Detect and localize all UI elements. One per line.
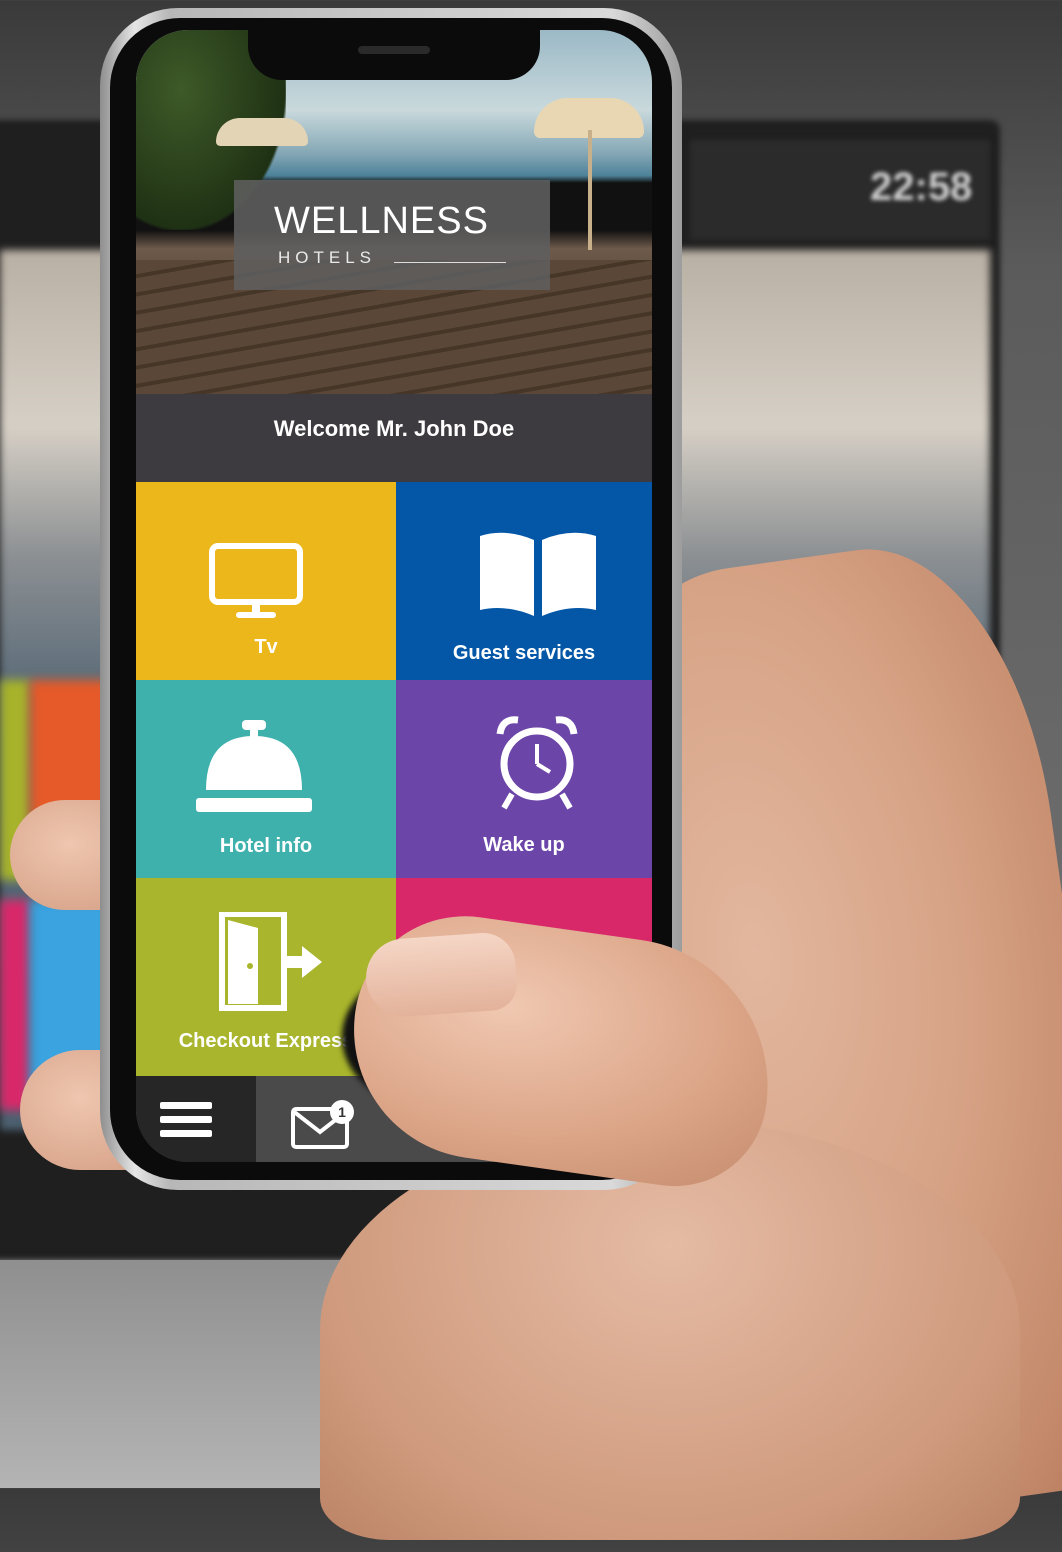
brand-subtitle: HOTELS — [278, 248, 377, 267]
thumb-nail — [363, 930, 519, 1020]
menu-button[interactable] — [136, 1076, 256, 1162]
tile-wake-up[interactable]: Wake up — [396, 680, 652, 878]
tile-guest-services-label: Guest services — [452, 642, 596, 664]
tile-hotel-info[interactable]: Hotel info — [136, 680, 396, 878]
exit-door-icon — [219, 912, 322, 1011]
tile-tv[interactable]: Tv — [136, 482, 396, 680]
tile-hotel-info-label: Hotel info — [219, 835, 313, 857]
alarm-clock-icon — [496, 716, 578, 810]
brand-title: WELLNESS — [274, 200, 489, 242]
brand-logo: WELLNESS HOTELS — [234, 180, 550, 290]
parasol — [216, 118, 308, 146]
background-tv-clock: 22:58 — [870, 165, 973, 209]
service-bell-icon — [196, 720, 312, 812]
background-tile — [0, 900, 30, 1110]
tile-wake-up-label: Wake up — [483, 834, 565, 856]
phone-speaker — [358, 46, 430, 54]
tile-guest-services[interactable]: Guest services — [396, 482, 652, 680]
tile-tv-label: Tv — [254, 636, 278, 658]
brand-underline — [394, 262, 506, 263]
phone-notch — [248, 30, 540, 80]
welcome-message: Welcome Mr. John Doe — [136, 394, 652, 482]
parasol-pole — [588, 130, 592, 250]
unread-badge: 1 — [330, 1100, 354, 1124]
book-icon — [480, 532, 596, 616]
hero-image: WELLNESS HOTELS — [136, 30, 652, 394]
tv-icon — [209, 543, 303, 618]
